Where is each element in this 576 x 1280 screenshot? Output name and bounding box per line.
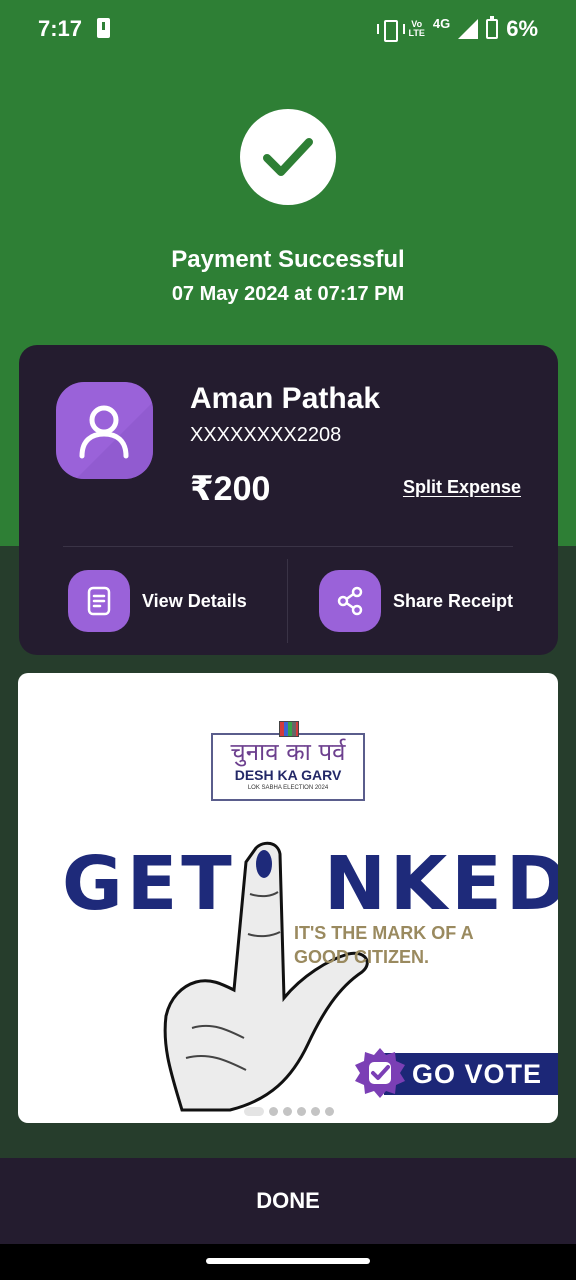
go-vote-banner: GO VOTE: [384, 1053, 558, 1095]
evm-icon: [279, 721, 299, 737]
headline-get: GET: [62, 841, 236, 927]
banner-tagline: IT'S THE MARK OF A GOOD CITIZEN.: [294, 921, 474, 969]
success-badge: [240, 109, 336, 205]
status-time: 7:17: [38, 16, 83, 41]
election-logo: चुनाव का पर्व DESH KA GARV LOK SABHA ELE…: [211, 721, 365, 801]
payee-account: XXXXXXXX2208: [190, 424, 342, 446]
tagline-line-2: GOOD CITIZEN.: [294, 947, 429, 967]
user-icon: [76, 402, 153, 479]
receipt-card: Aman Pathak XXXXXXXX2208 ₹200 Split Expe…: [19, 345, 558, 655]
document-icon: [68, 570, 130, 632]
verified-badge-icon: [355, 1048, 405, 1098]
carousel-indicator: [244, 1107, 334, 1116]
payee-name: Aman Pathak: [190, 382, 381, 415]
battery-percent: 6%: [506, 16, 538, 41]
volte-icon: Vo LTE: [409, 20, 425, 38]
status-bar: 7:17 Vo LTE 4G 6%: [0, 0, 576, 58]
alert-icon: [97, 18, 110, 38]
avatar: [56, 382, 153, 479]
system-nav-bar: [0, 1244, 576, 1280]
logo-english-text: DESH KA GARV: [234, 767, 342, 783]
volte-bottom-label: LTE: [408, 28, 425, 38]
carousel-dot[interactable]: [325, 1107, 334, 1116]
carousel-dot[interactable]: [297, 1107, 306, 1116]
payment-status-title: Payment Successful: [171, 246, 405, 273]
carousel-dot[interactable]: [244, 1107, 264, 1116]
view-details-button[interactable]: View Details: [68, 570, 247, 632]
headline-nked: NKED: [324, 841, 558, 927]
check-icon: [263, 138, 313, 176]
carousel-dot[interactable]: [283, 1107, 292, 1116]
carousel-dot[interactable]: [269, 1107, 278, 1116]
done-button[interactable]: DONE: [0, 1158, 576, 1244]
status-icons: Vo LTE 4G 6%: [376, 15, 538, 42]
action-divider: [287, 559, 288, 643]
payment-amount: ₹200: [190, 470, 271, 508]
view-details-label: View Details: [142, 590, 247, 611]
logo-hindi-text: चुनाव का पर्व: [230, 738, 346, 766]
share-icon: [319, 570, 381, 632]
go-vote-label: GO VOTE: [412, 1059, 543, 1089]
promo-banner[interactable]: चुनाव का पर्व DESH KA GARV LOK SABHA ELE…: [18, 673, 558, 1123]
payment-datetime: 07 May 2024 at 07:17 PM: [171, 283, 405, 305]
carousel-dot[interactable]: [311, 1107, 320, 1116]
split-expense-link[interactable]: Split Expense: [403, 477, 521, 498]
done-label: DONE: [256, 1188, 320, 1213]
share-receipt-button[interactable]: Share Receipt: [319, 570, 513, 632]
card-divider: [63, 546, 513, 547]
home-gesture-bar[interactable]: [206, 1258, 370, 1264]
signal-icon: [458, 19, 479, 39]
tagline-line-1: IT'S THE MARK OF A: [294, 923, 474, 943]
network-type: 4G: [432, 15, 451, 31]
share-receipt-label: Share Receipt: [393, 590, 514, 611]
logo-subtitle: LOK SABHA ELECTION 2024: [247, 785, 329, 791]
battery-icon: [486, 16, 499, 39]
vibrate-icon: [376, 19, 405, 42]
